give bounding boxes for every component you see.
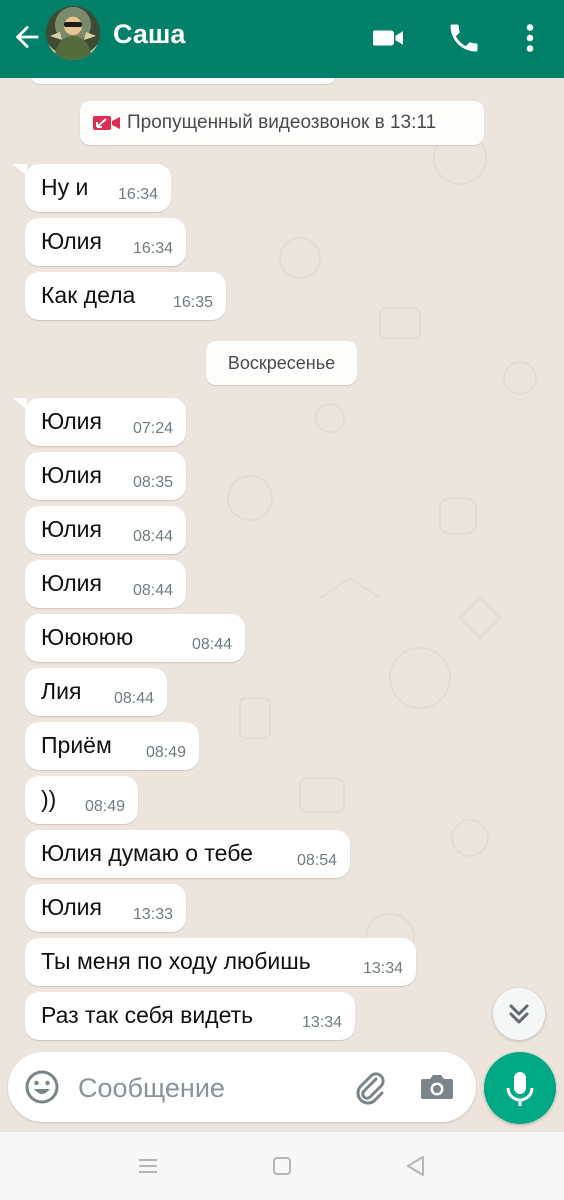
message-bubble[interactable]: Юлия 13:33 [25, 884, 186, 932]
menu-icon[interactable] [134, 1152, 162, 1180]
message-text: Ну и [41, 174, 89, 200]
message-text: Юлия [41, 408, 102, 434]
message-timestamp: 16:34 [117, 186, 158, 203]
message-bubble[interactable]: Раз так себя видеть 13:34 [25, 992, 355, 1040]
message-timestamp: 13:34 [362, 960, 403, 977]
message-bubble[interactable]: Ты меня по ходу любишь 13:34 [25, 938, 416, 986]
avatar-image [50, 17, 96, 60]
chat-header: Саша [0, 0, 564, 78]
message-timestamp: 16:34 [132, 240, 173, 257]
more-vertical-icon[interactable] [512, 20, 548, 56]
message-composer [8, 1052, 476, 1122]
phone-icon[interactable] [446, 20, 482, 56]
message-text: Юлия [41, 462, 102, 488]
message-timestamp: 08:44 [132, 582, 173, 599]
message-timestamp: 08:49 [145, 744, 186, 761]
message-text: Приём [41, 732, 112, 758]
message-text: Юлия [41, 570, 102, 596]
bubble-tail [13, 398, 27, 410]
chat-area[interactable]: Пропущенный видеозвонок в 13:11 Воскресе… [0, 78, 564, 1130]
back-triangle-icon[interactable] [402, 1152, 430, 1180]
arrow-left-icon[interactable] [10, 20, 44, 54]
video-camera-icon[interactable] [370, 20, 406, 56]
message-text: Юлия думаю о тебе [41, 840, 253, 866]
message-bubble[interactable]: Юлия 08:44 [25, 506, 186, 554]
message-bubble[interactable]: Юлия 07:24 [13, 398, 186, 446]
message-timestamp: 13:34 [301, 1014, 342, 1031]
message-bubble[interactable]: Ну и 16:34 [13, 164, 171, 212]
microphone-icon [506, 1072, 534, 1106]
message-bubble[interactable]: Юлия 08:44 [25, 560, 186, 608]
message-text: Ты меня по ходу любишь [41, 948, 311, 974]
missed-video-call-icon [93, 116, 120, 130]
missed-video-call-notice[interactable]: Пропущенный видеозвонок в 13:11 [80, 101, 484, 145]
chevron-double-down-icon [509, 1004, 529, 1024]
day-separator: Воскресенье [206, 341, 357, 385]
message-timestamp: 08:35 [132, 474, 173, 491]
message-bubble[interactable]: Лия 08:44 [25, 668, 167, 716]
message-bubble[interactable]: Как дела 16:35 [25, 272, 226, 320]
message-timestamp: 08:44 [191, 636, 232, 653]
contact-name[interactable]: Саша [113, 18, 185, 50]
message-text: Юлия [41, 516, 102, 542]
message-bubble[interactable]: Приём 08:49 [25, 722, 199, 770]
message-timestamp: 08:54 [296, 852, 337, 869]
message-bubble[interactable]: Юлия 16:34 [25, 218, 186, 266]
message-input[interactable] [76, 1066, 340, 1110]
partial-message-bubble [30, 78, 336, 84]
message-timestamp: 08:44 [113, 690, 154, 707]
system-navigation-bar [0, 1132, 564, 1200]
message-bubble[interactable]: )) 08:49 [25, 776, 138, 824]
microphone-button[interactable] [484, 1052, 556, 1124]
paperclip-icon[interactable] [350, 1067, 390, 1107]
message-timestamp: 13:33 [132, 906, 173, 923]
message-timestamp: 08:44 [132, 528, 173, 545]
message-text: Юлия [41, 228, 102, 254]
emoji-icon[interactable] [22, 1067, 62, 1107]
message-timestamp: 08:49 [84, 798, 125, 815]
message-bubble[interactable]: Ююююю 08:44 [25, 614, 245, 662]
message-text: Раз так себя видеть [41, 1002, 254, 1028]
home-icon[interactable] [268, 1152, 296, 1180]
message-text: Юлия [41, 894, 102, 920]
missed-call-text: Пропущенный видеозвонок в 13:11 [127, 112, 437, 133]
camera-icon[interactable] [417, 1067, 457, 1107]
message-timestamp: 07:24 [132, 420, 173, 437]
message-bubble[interactable]: Юлия 08:35 [25, 452, 186, 500]
bubble-tail [13, 164, 27, 176]
message-text: Ююююю [41, 624, 134, 650]
message-timestamp: 16:35 [172, 294, 213, 311]
message-text: Как дела [41, 282, 136, 308]
message-bubble[interactable]: Юлия думаю о тебе 08:54 [25, 830, 350, 878]
message-text: Лия [41, 678, 82, 704]
message-text: )) [41, 786, 57, 812]
avatar[interactable] [46, 6, 100, 60]
scroll-to-bottom-button[interactable] [493, 988, 545, 1040]
